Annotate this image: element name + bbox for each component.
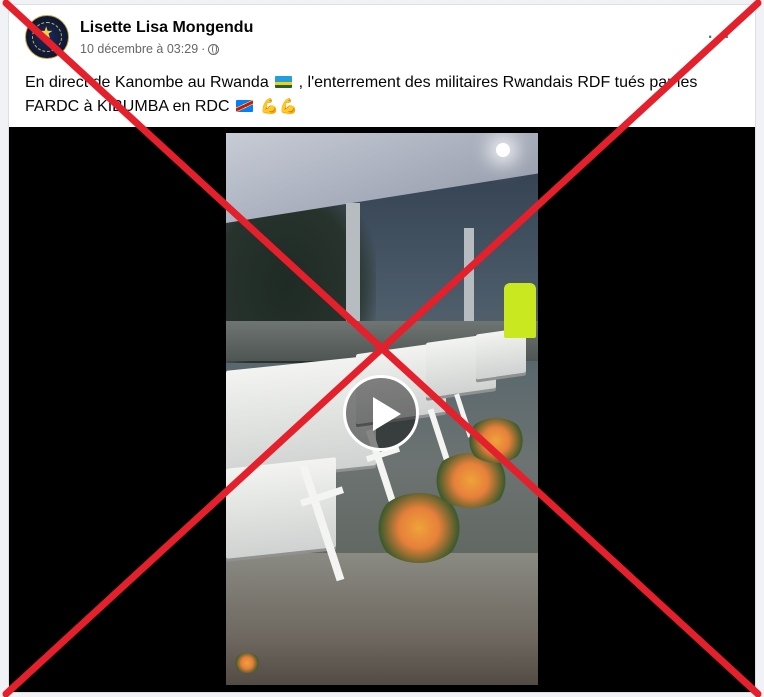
avatar[interactable]: ★ bbox=[25, 15, 69, 59]
post-timestamp[interactable]: 10 décembre à 03:29 bbox=[80, 42, 198, 56]
rwanda-flag-icon bbox=[275, 76, 293, 88]
soldier-figure bbox=[504, 283, 536, 338]
flower-wreath bbox=[466, 418, 526, 463]
avatar-star-icon: ★ bbox=[39, 25, 54, 42]
flower-wreath bbox=[234, 653, 260, 673]
meta-separator: · bbox=[201, 42, 206, 56]
post-text-part1: En direct de Kanombe au Rwanda bbox=[25, 74, 269, 91]
drc-flag-icon bbox=[235, 100, 253, 112]
concrete-floor bbox=[226, 553, 538, 685]
facebook-post-card: ★ Lisette Lisa Mongendu 10 décembre à 03… bbox=[8, 4, 756, 693]
post-meta: 10 décembre à 03:29 · bbox=[80, 42, 220, 56]
flexed-biceps-icon: 💪💪 bbox=[260, 98, 298, 115]
ceiling-light bbox=[496, 143, 510, 157]
grave-cross bbox=[427, 408, 451, 463]
globe-icon[interactable] bbox=[208, 44, 220, 55]
more-options-button[interactable]: ··· bbox=[701, 25, 737, 51]
play-icon[interactable] bbox=[343, 375, 419, 451]
post-text: En direct de Kanombe au Rwanda , l'enter… bbox=[25, 71, 741, 119]
video-player[interactable] bbox=[9, 127, 755, 692]
shelter-roof bbox=[226, 133, 538, 223]
post-header: ★ Lisette Lisa Mongendu 10 décembre à 03… bbox=[25, 15, 741, 63]
author-name[interactable]: Lisette Lisa Mongendu bbox=[80, 19, 253, 37]
